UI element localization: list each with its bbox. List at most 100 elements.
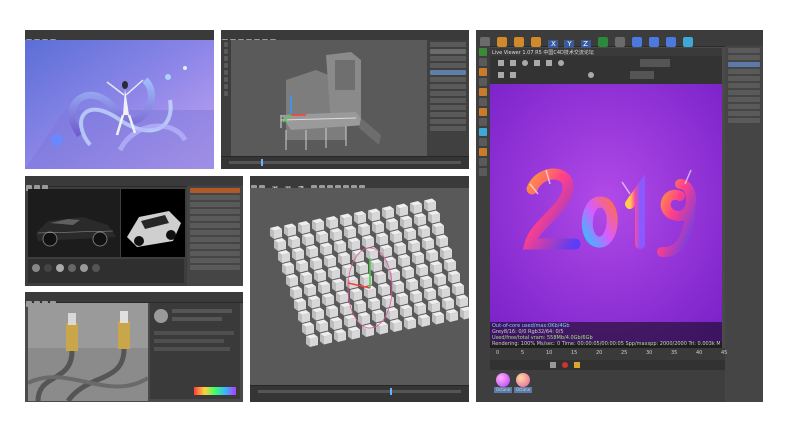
dancer-render-image — [25, 40, 214, 169]
cube — [326, 216, 338, 229]
cube — [294, 298, 306, 311]
render-cable-panel — [25, 292, 243, 402]
tool-icon[interactable] — [648, 37, 659, 47]
settings-icon[interactable] — [558, 60, 564, 66]
timeline[interactable] — [221, 156, 469, 169]
tool-icon[interactable] — [666, 37, 677, 47]
cube — [290, 286, 302, 299]
cube — [342, 264, 354, 277]
cube — [312, 307, 324, 321]
cube — [408, 239, 420, 253]
cube — [334, 329, 346, 342]
pin-icon[interactable] — [588, 72, 594, 78]
house-viewport[interactable] — [231, 40, 427, 157]
timeline[interactable] — [250, 385, 469, 402]
axis-x-button[interactable]: X — [548, 40, 559, 48]
render-mode-dropdown[interactable] — [640, 59, 670, 67]
cube — [338, 252, 350, 265]
cube — [316, 319, 328, 333]
cube — [358, 223, 370, 236]
cube — [404, 316, 416, 330]
tool-icon[interactable] — [514, 37, 525, 47]
car-viewport-right[interactable] — [121, 189, 185, 257]
cube — [302, 233, 314, 246]
cube — [416, 263, 428, 277]
play-button[interactable] — [550, 362, 556, 368]
material-octane-2[interactable]: Octane — [514, 373, 532, 393]
cube — [330, 228, 342, 241]
cube — [320, 242, 332, 256]
cube — [362, 324, 374, 337]
ruler-tick-label: 15 — [571, 350, 578, 356]
cube — [402, 266, 414, 279]
region-icon[interactable] — [534, 60, 540, 66]
cube — [382, 295, 394, 308]
camera-icon[interactable] — [498, 72, 504, 78]
cube — [418, 225, 430, 238]
cube — [378, 283, 390, 296]
pause-icon[interactable] — [510, 60, 516, 66]
cube — [362, 235, 374, 248]
cube — [428, 210, 440, 224]
cube — [330, 317, 342, 330]
cube — [460, 306, 469, 320]
cube — [412, 251, 424, 265]
tool-icon[interactable] — [497, 37, 508, 47]
cube — [432, 222, 444, 236]
viewer-toolbar — [490, 56, 722, 84]
cube — [444, 258, 456, 272]
render-dancer-panel — [25, 30, 214, 169]
play-icon[interactable] — [498, 60, 504, 66]
tool-icon[interactable] — [597, 37, 608, 47]
cube-grid-viewport[interactable] — [250, 188, 469, 386]
tool-icon[interactable] — [631, 37, 642, 47]
record-button[interactable] — [562, 362, 568, 368]
cable-viewport[interactable] — [28, 303, 148, 401]
cube — [356, 261, 368, 275]
material-octane-1[interactable]: Octane — [494, 373, 512, 393]
lock-icon[interactable] — [546, 60, 552, 66]
cube — [282, 262, 294, 275]
cube-grid-panel: X Y Z — [250, 176, 469, 402]
cube — [328, 266, 340, 280]
cube — [432, 311, 444, 325]
cube — [334, 240, 346, 253]
cube — [370, 259, 382, 272]
cube — [390, 319, 402, 332]
cube — [404, 227, 416, 241]
car-viewport-left[interactable] — [28, 189, 120, 257]
cube — [442, 297, 454, 310]
ruler-tick-label: 0 — [496, 350, 500, 356]
left-tool-column — [476, 46, 490, 402]
ruler-tick-label: 30 — [646, 350, 653, 356]
timeline-ruler[interactable]: 0 5 10 15 20 25 30 35 40 45 — [490, 348, 728, 360]
tool-icon[interactable] — [531, 37, 542, 47]
cube — [326, 305, 338, 318]
render-stats: Out-of-core used/max:0Kb/4Gb Grey8/16: 0… — [490, 322, 722, 348]
cube — [292, 247, 304, 261]
cube — [284, 223, 296, 237]
cube — [452, 282, 464, 296]
render-car-panel — [25, 176, 243, 286]
key-button[interactable] — [574, 362, 580, 368]
ruler-tick-label: 45 — [721, 350, 728, 356]
cube — [316, 230, 328, 244]
channel-dropdown[interactable] — [630, 71, 654, 79]
refresh-icon[interactable] — [522, 60, 528, 66]
ruler-tick-label: 5 — [521, 350, 525, 356]
cube — [428, 299, 440, 313]
tool-icon[interactable] — [683, 37, 694, 47]
axis-y-button[interactable]: Y — [564, 40, 575, 48]
settings-dialog — [150, 303, 240, 399]
tool-icon[interactable] — [614, 37, 625, 47]
cube — [386, 307, 398, 320]
axis-z-button[interactable]: Z — [580, 40, 591, 48]
cube — [390, 230, 402, 243]
cube — [312, 218, 324, 232]
light-icon[interactable] — [510, 72, 516, 78]
cube — [414, 302, 426, 315]
cube — [372, 309, 384, 323]
cube — [314, 269, 326, 282]
color-palette[interactable] — [194, 387, 236, 395]
object-manager — [427, 40, 469, 169]
